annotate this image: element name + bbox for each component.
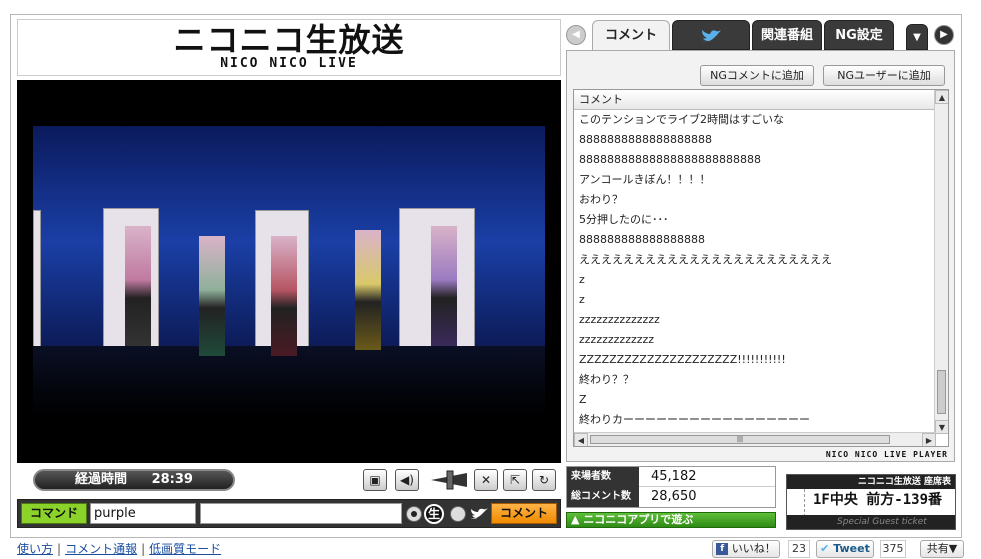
- low-quality-link[interactable]: 低画質モード: [149, 542, 221, 556]
- report-comment-link[interactable]: コメント通報: [65, 542, 137, 556]
- player-credit: NICO NICO LIVE PLAYER: [825, 450, 948, 459]
- ticket-footer: Special Guest ticket: [787, 515, 955, 529]
- prev-tab-icon[interactable]: ◀: [566, 25, 586, 45]
- command-button[interactable]: コマンド: [21, 503, 87, 524]
- comment-row[interactable]: このテンションでライブ2時間はすごいな: [574, 110, 936, 130]
- vertical-scrollbar[interactable]: ▲ ▼: [934, 90, 948, 434]
- visitors-label: 来場者数: [567, 467, 639, 487]
- facebook-like-button[interactable]: f いいね！: [712, 540, 780, 558]
- comment-row[interactable]: おわり？: [574, 190, 936, 210]
- twitter-icon: [701, 30, 721, 42]
- tab-ng-settings[interactable]: NG設定: [824, 20, 894, 50]
- ng-user-add-button[interactable]: NGユーザーに追加: [823, 65, 945, 86]
- scroll-left-icon[interactable]: ◀: [574, 433, 588, 446]
- seat-ticket: ニコニコ生放送 座席表 1F中央 前方-139番 Special Guest t…: [786, 474, 956, 530]
- resize-icon[interactable]: ⇱: [503, 469, 527, 491]
- live-icon: 生: [424, 504, 444, 524]
- elapsed-time: 28:39: [151, 472, 193, 487]
- comment-row[interactable]: ZZZZZZZZZZZZZZZZZZZZZ!!!!!!!!!!!: [574, 350, 936, 370]
- comment-row[interactable]: z: [574, 270, 936, 290]
- reload-icon[interactable]: ↻: [532, 469, 556, 491]
- elapsed-time-display: 経過時間 28:39: [33, 469, 235, 491]
- scroll-down-icon[interactable]: ▼: [935, 420, 948, 434]
- tweet-count: 375: [880, 540, 906, 558]
- comment-list-header[interactable]: コメント: [574, 90, 936, 110]
- side-tabs: ◀ コメント 関連番組 NG設定 ▼ ▶: [566, 20, 956, 50]
- scroll-up-icon[interactable]: ▲: [935, 90, 948, 104]
- twitter-radio[interactable]: [450, 506, 466, 522]
- facebook-like-label: いいね！: [731, 542, 776, 555]
- niconico-live-logo: ニコニコ生放送 NICO NICO LIVE: [17, 19, 561, 76]
- scroll-thumb[interactable]: [937, 370, 946, 414]
- comment-row[interactable]: 終わりカーーーーーーーーーーーーーーーーー: [574, 410, 936, 430]
- tab-related[interactable]: 関連番組: [752, 20, 822, 50]
- logo-title: ニコニコ生放送: [173, 21, 405, 59]
- command-input[interactable]: purple: [90, 503, 196, 524]
- next-tab-icon[interactable]: ▶: [934, 25, 954, 45]
- ticket-stub: [787, 489, 805, 517]
- video-player[interactable]: [17, 80, 561, 463]
- stats-box: 来場者数 45,182 総コメント数 28,650: [566, 466, 776, 508]
- elapsed-label: 経過時間: [75, 472, 128, 487]
- live-radio[interactable]: [406, 506, 422, 522]
- comment-rows: このテンションでライブ2時間はすごいな 8888888888888888888 88…: [574, 110, 948, 430]
- comment-row[interactable]: えええええええええええええええええええええええ: [574, 250, 936, 270]
- logo-subtitle: NICO NICO LIVE: [220, 56, 358, 71]
- comment-row[interactable]: 終わり？？: [574, 370, 936, 390]
- footer-links: 使い方 | コメント通報 | 低画質モード: [17, 542, 222, 556]
- tab-comment[interactable]: コメント: [592, 20, 670, 50]
- comments-count-value: 28,650: [651, 489, 697, 504]
- horizontal-scroll-thumb[interactable]: |||: [590, 435, 890, 444]
- help-link[interactable]: 使い方: [17, 542, 53, 556]
- comment-panel: NGコメントに追加 NGユーザーに追加 コメント このテンションでライブ2時間は…: [566, 50, 955, 462]
- comment-input[interactable]: [200, 503, 402, 524]
- close-icon[interactable]: ✕: [474, 469, 498, 491]
- comment-row[interactable]: 88888888888888888888888888: [574, 150, 936, 170]
- comment-row[interactable]: 5分押したのに･･･: [574, 210, 936, 230]
- comment-row[interactable]: zzzzzzzzzzzzzz: [574, 310, 936, 330]
- facebook-like-count: 23: [788, 540, 810, 558]
- comment-command-bar: コマンド purple 生 コメント: [17, 499, 561, 528]
- stage-video-frame: [33, 126, 545, 416]
- share-button[interactable]: 共有▼: [920, 540, 964, 558]
- screen-icon[interactable]: ▣: [363, 469, 387, 491]
- volume-icon[interactable]: ◀): [395, 469, 419, 491]
- comment-row[interactable]: zzzzzzzzzzzzz: [574, 330, 936, 350]
- horizontal-scrollbar[interactable]: ◀ ||| ▶: [574, 432, 936, 446]
- visitors-value: 45,182: [651, 469, 697, 484]
- tab-dropdown-icon[interactable]: ▼: [906, 24, 928, 50]
- tab-twitter[interactable]: [672, 20, 750, 50]
- scroll-right-icon[interactable]: ▶: [922, 433, 936, 446]
- ticket-header: ニコニコ生放送 座席表: [787, 475, 955, 489]
- comment-row[interactable]: アンコールきぼん！！！！: [574, 170, 936, 190]
- comments-count-label: 総コメント数: [567, 487, 639, 507]
- twitter-bird-icon: [468, 506, 490, 522]
- send-comment-button[interactable]: コメント: [491, 503, 557, 524]
- volume-slider-icon[interactable]: [429, 469, 469, 491]
- tweet-bird-icon: ✔: [820, 542, 830, 555]
- tweet-button[interactable]: ✔ Tweet: [816, 540, 874, 558]
- ticket-seat: 1F中央 前方-139番: [813, 492, 943, 508]
- comment-row[interactable]: Z: [574, 390, 936, 410]
- comment-row[interactable]: 8888888888888888888: [574, 130, 936, 150]
- player-controls: 経過時間 28:39 ▣ ◀) ✕ ⇱ ↻: [17, 465, 561, 495]
- comment-row[interactable]: 888888888888888888: [574, 230, 936, 250]
- comment-row[interactable]: z: [574, 290, 936, 310]
- ng-comment-add-button[interactable]: NGコメントに追加: [700, 65, 814, 86]
- niconico-app-link[interactable]: ▲ ニコニコアプリで遊ぶ: [566, 512, 776, 528]
- facebook-icon: f: [716, 543, 729, 555]
- comment-list[interactable]: コメント このテンションでライブ2時間はすごいな 8888888888888888…: [573, 89, 949, 447]
- tweet-label: Tweet: [833, 542, 870, 555]
